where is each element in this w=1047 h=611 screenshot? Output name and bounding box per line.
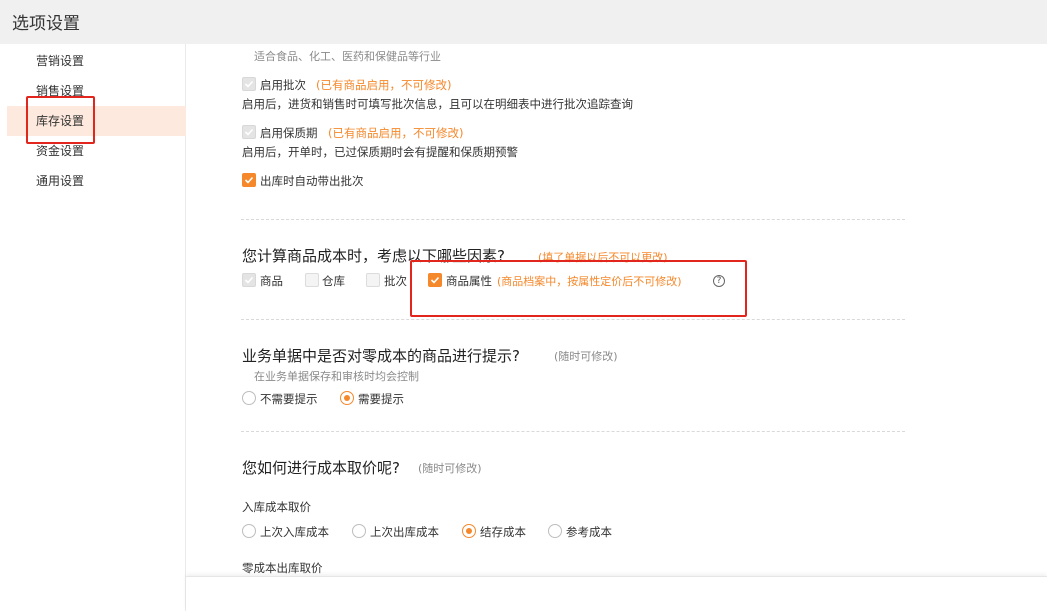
highlight-box-attribute [410,260,747,317]
footer-bar [186,576,1047,611]
sidebar-item-label: 营销设置 [36,54,85,68]
sidebar-item-marketing[interactable]: 营销设置 [7,46,186,76]
batch-checkbox[interactable] [242,77,256,91]
check-icon [244,128,254,136]
batch-note: (已有商品启用，不可修改) [316,78,452,92]
inbound-cost-title: 入库成本取价 [242,500,311,514]
shelf-life-checkbox[interactable] [242,125,256,139]
factor-warehouse-checkbox[interactable] [305,273,319,287]
inbound-balance-radio[interactable] [462,524,476,538]
zero-cost-note: (随时可修改) [554,350,618,363]
factor-batch-label: 批次 [384,274,407,288]
check-icon [244,80,254,88]
inbound-last-out-label: 上次出库成本 [370,525,439,539]
zero-cost-yes-label: 需要提示 [358,392,404,406]
cost-method-question: 您如何进行成本取价呢? [242,459,400,477]
inbound-balance-label: 结存成本 [480,525,526,539]
zero-cost-yes-radio[interactable] [340,391,354,405]
industry-hint: 适合食品、化工、医药和保健品等行业 [254,50,441,63]
shelf-life-note: (已有商品启用，不可修改) [328,126,464,140]
sidebar-item-label: 通用设置 [36,174,85,188]
cost-method-note: (随时可修改) [418,462,482,475]
sidebar-item-general[interactable]: 通用设置 [7,166,186,196]
check-icon [244,276,254,284]
auto-batch-checkbox[interactable] [242,173,256,187]
inbound-reference-label: 参考成本 [566,525,612,539]
window-title: 选项设置 [12,14,80,34]
zero-cost-question: 业务单据中是否对零成本的商品进行提示? [242,347,520,365]
shelf-life-label: 启用保质期 [260,126,318,140]
section-divider [241,431,905,432]
inbound-last-out-radio[interactable] [352,524,366,538]
inbound-last-in-label: 上次入库成本 [260,525,329,539]
shelf-life-desc: 启用后，开单时，已过保质期时会有提醒和保质期预警 [242,145,518,159]
zero-outbound-title: 零成本出库取价 [242,561,323,575]
highlight-box-sidebar [26,96,95,144]
zero-cost-no-label: 不需要提示 [260,392,318,406]
title-bar: 选项设置 [0,0,1047,44]
batch-label: 启用批次 [260,78,306,92]
zero-cost-hint: 在业务单据保存和审核时均会控制 [254,370,419,383]
check-icon [244,176,254,184]
section-divider [241,319,905,320]
section-divider [241,219,905,220]
factor-product-checkbox[interactable] [242,273,256,287]
factor-batch-checkbox[interactable] [366,273,380,287]
factor-product-label: 商品 [260,274,283,288]
inbound-last-in-radio[interactable] [242,524,256,538]
batch-desc: 启用后，进货和销售时可填写批次信息，且可以在明细表中进行批次追踪查询 [242,97,633,111]
inbound-reference-radio[interactable] [548,524,562,538]
auto-batch-label: 出库时自动带出批次 [260,174,364,188]
factor-warehouse-label: 仓库 [322,274,345,288]
zero-cost-no-radio[interactable] [242,391,256,405]
sidebar-item-label: 资金设置 [36,144,85,158]
